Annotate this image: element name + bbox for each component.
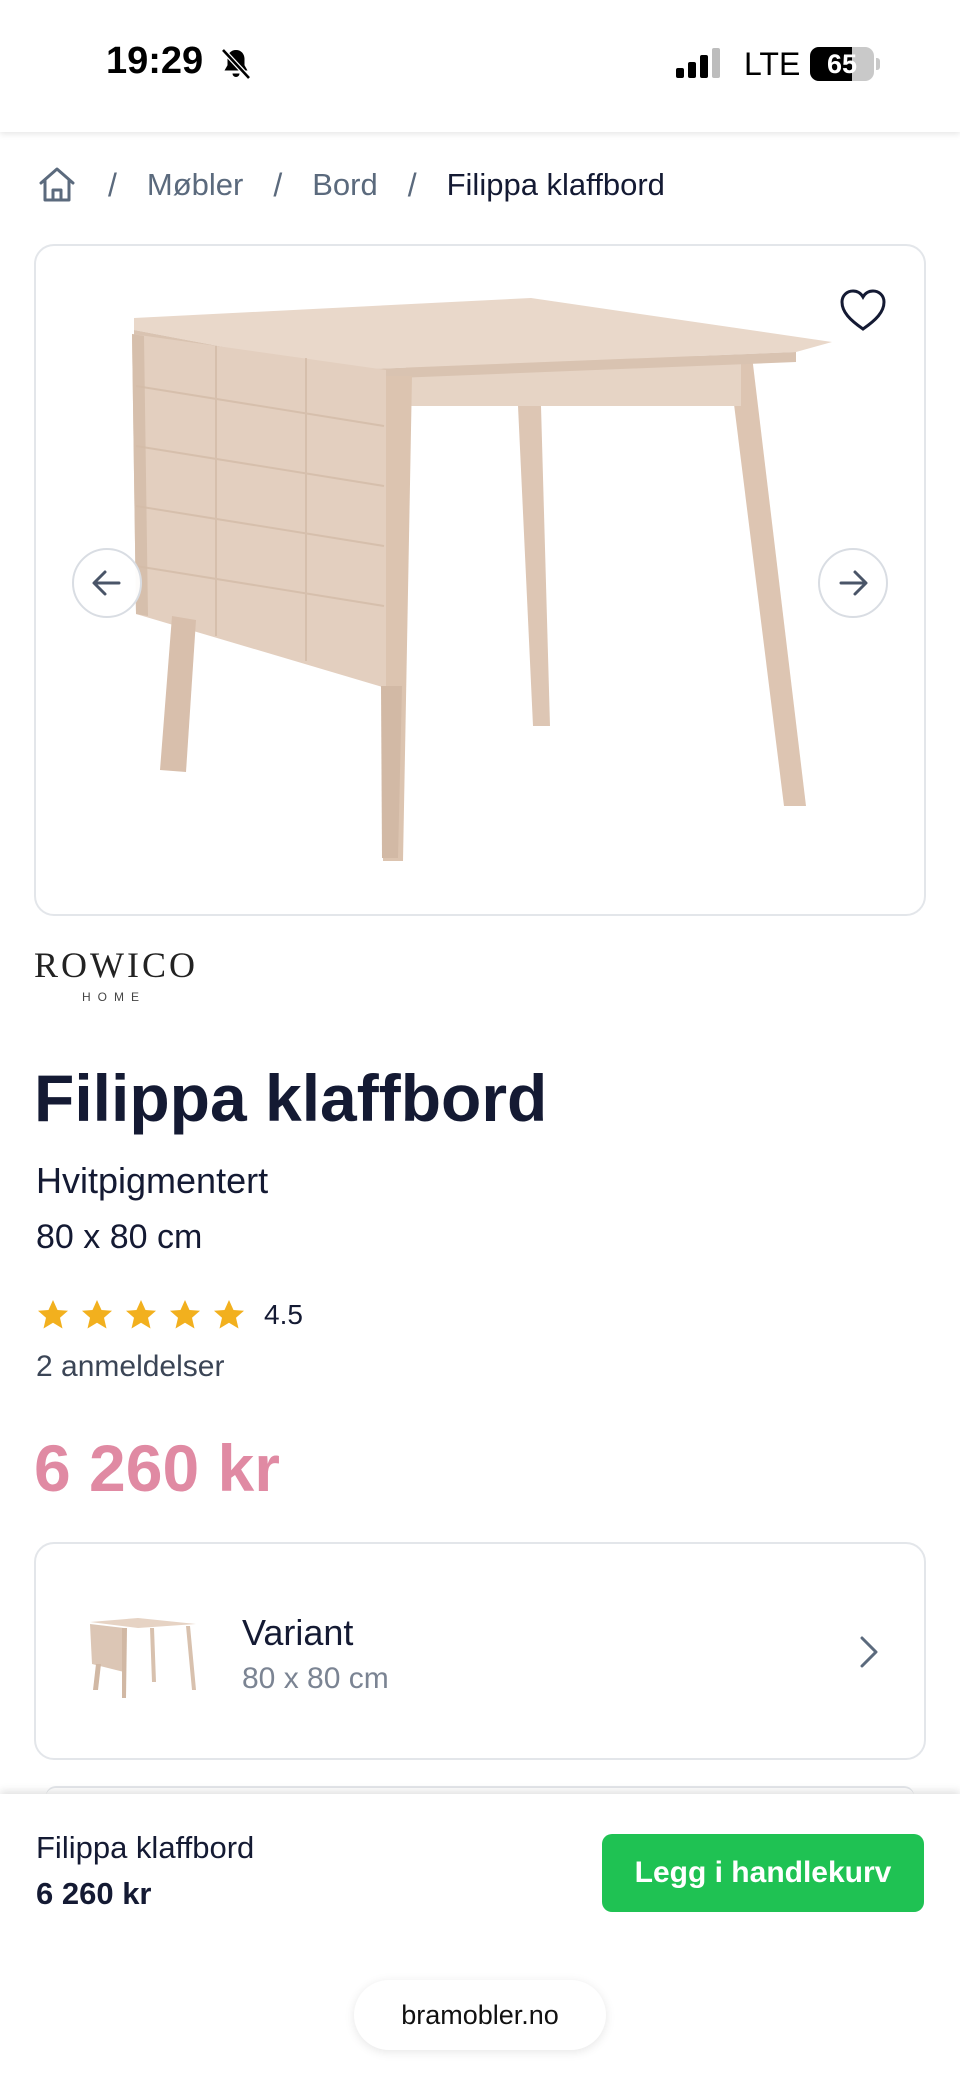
star-icon	[170, 1300, 200, 1329]
brand-sub: HOME	[82, 990, 146, 1004]
bell-slash-icon	[221, 48, 251, 80]
signal-icon	[676, 48, 720, 78]
breadcrumb-current: Filippa klaffbord	[446, 167, 665, 202]
product-title: Filippa klaffbord	[34, 1061, 548, 1135]
battery-level: 65	[826, 49, 858, 79]
battery-icon: 65	[810, 47, 880, 81]
product-size: 80 x 80 cm	[36, 1218, 203, 1256]
product-price: 6 260 kr	[34, 1431, 280, 1505]
rating-value: 4.5	[264, 1299, 303, 1330]
product-color: Hvitpigmentert	[36, 1160, 269, 1201]
home-icon[interactable]	[36, 164, 78, 206]
variant-thumbnail	[90, 1618, 196, 1698]
review-count[interactable]: 2 anmeldelser	[36, 1350, 224, 1384]
product-page: 19:29 LTE 65 / Møbler / Bord / Filippa k…	[0, 0, 960, 2081]
product-image	[132, 298, 832, 861]
arrow-right-icon	[839, 570, 868, 596]
variant-label: Variant	[242, 1612, 354, 1653]
heart-icon[interactable]	[838, 286, 888, 336]
brand-logo[interactable]: ROWICO HOME	[34, 944, 204, 1004]
status-bar: 19:29 LTE 65	[0, 0, 960, 132]
star-icon	[82, 1300, 112, 1329]
star-icon	[38, 1300, 68, 1329]
variant-value: 80 x 80 cm	[242, 1662, 389, 1695]
star-icon	[126, 1300, 156, 1329]
browser-url-bar[interactable]: bramobler.no	[354, 1980, 606, 2050]
carousel-prev-button[interactable]	[72, 548, 142, 618]
sticky-cart-bar: Filippa klaffbord 6 260 kr Legg i handle…	[0, 1794, 960, 2081]
product-image-card[interactable]	[34, 244, 926, 916]
breadcrumb-item-bord[interactable]: Bord	[312, 167, 377, 203]
breadcrumb-item-mobler[interactable]: Møbler	[147, 167, 243, 203]
network-label: LTE	[744, 46, 801, 82]
status-time: 19:29	[106, 40, 204, 82]
breadcrumb-separator: /	[407, 166, 417, 203]
arrow-left-icon	[92, 570, 121, 596]
rating-stars	[36, 1298, 256, 1332]
cart-bar-price: 6 260 kr	[36, 1876, 152, 1911]
breadcrumb: / Møbler / Bord / Filippa klaffbord	[36, 160, 665, 210]
variant-selector[interactable]: Variant 80 x 80 cm	[34, 1542, 926, 1760]
star-icon	[214, 1300, 244, 1329]
add-to-cart-button[interactable]: Legg i handlekurv	[602, 1834, 924, 1912]
chevron-right-icon	[860, 1636, 878, 1668]
breadcrumb-separator: /	[273, 166, 283, 203]
rating[interactable]: 4.5	[36, 1298, 303, 1332]
carousel-next-button[interactable]	[818, 548, 888, 618]
brand-name: ROWICO	[34, 945, 198, 985]
cart-bar-product-name: Filippa klaffbord	[36, 1830, 255, 1865]
breadcrumb-separator: /	[108, 166, 117, 203]
